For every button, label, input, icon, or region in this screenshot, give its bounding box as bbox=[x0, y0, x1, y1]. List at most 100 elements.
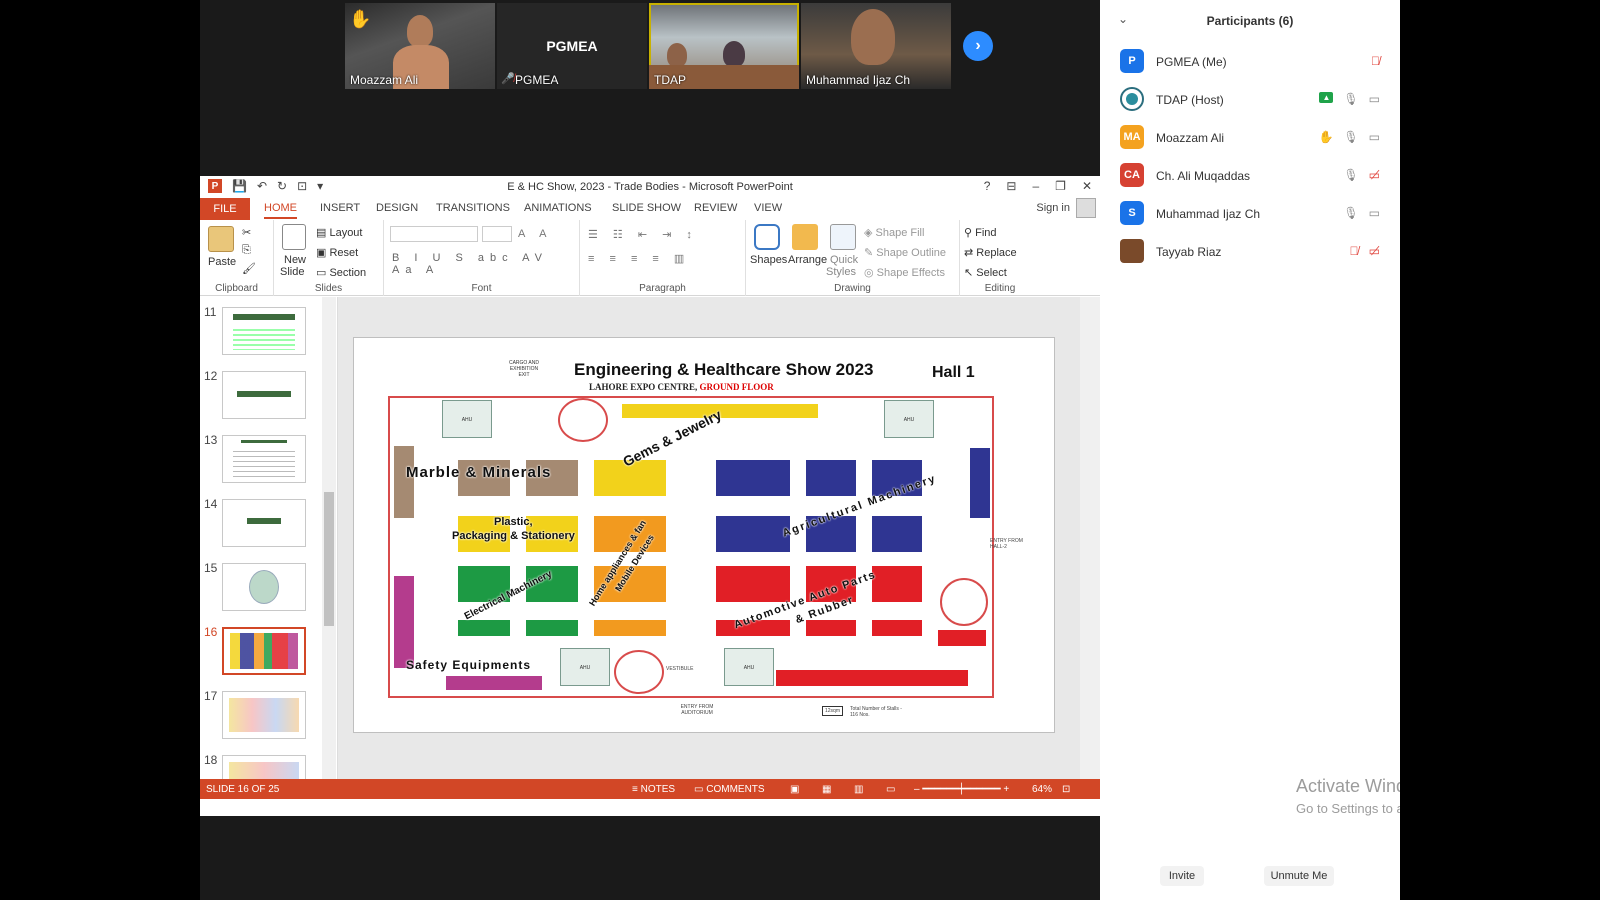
replace-button[interactable]: ⇄ Replace bbox=[964, 246, 1017, 259]
restore-icon[interactable]: ❐ bbox=[1055, 179, 1066, 193]
zoom-level[interactable]: 64% bbox=[1032, 784, 1052, 795]
video-strip: ✋ Moazzam Ali PGMEA 🎤̸ PGMEA TDAP Muhamm… bbox=[345, 3, 951, 89]
mic-icon[interactable]: 🎙 bbox=[1343, 92, 1358, 106]
font-size-select[interactable] bbox=[482, 226, 512, 242]
video-camera-icon[interactable]: ▭ bbox=[1369, 130, 1380, 144]
account-avatar-icon[interactable] bbox=[1076, 198, 1096, 218]
tab-transitions[interactable]: TRANSITIONS bbox=[436, 202, 510, 214]
participant-row[interactable]: Tayyab Riaz 🎙̸ ▭̸ bbox=[1120, 234, 1390, 270]
new-slide-button-line2[interactable]: Slide bbox=[280, 266, 304, 278]
format-painter-icon[interactable]: 🖌 bbox=[242, 262, 256, 275]
help-icon[interactable]: ? bbox=[984, 179, 991, 193]
quick-styles-button-line2[interactable]: Styles bbox=[826, 266, 856, 278]
video-off-icon[interactable]: ▭̸ bbox=[1369, 168, 1380, 182]
muted-mic-icon[interactable]: 🎙̸ bbox=[1371, 54, 1380, 68]
new-slide-icon[interactable] bbox=[282, 224, 306, 250]
reset-button[interactable]: ▣ Reset bbox=[316, 246, 358, 259]
participant-row[interactable]: TDAP (Host) ▲ 🎙 ▭ bbox=[1120, 82, 1390, 118]
video-tile-moazzam[interactable]: ✋ Moazzam Ali bbox=[345, 3, 495, 89]
muted-mic-icon[interactable]: 🎙̸ bbox=[1350, 244, 1359, 258]
quick-styles-button[interactable]: Quick bbox=[830, 254, 858, 266]
shape-effects-button[interactable]: ◎ Shape Effects bbox=[864, 266, 945, 279]
shape-outline-button[interactable]: ✎ Shape Outline bbox=[864, 246, 946, 259]
slideshow-view-icon[interactable]: ▭ bbox=[886, 784, 895, 795]
slide-editing-pane: CARGO AND EXHIBITION EXIT Engineering & … bbox=[338, 297, 1080, 779]
slide-thumbnail[interactable] bbox=[222, 691, 306, 739]
slide-thumbnail[interactable] bbox=[222, 755, 306, 779]
layout-button[interactable]: ▤ Layout bbox=[316, 226, 362, 239]
slide-vertical-scrollbar[interactable] bbox=[1080, 297, 1100, 779]
reading-view-icon[interactable]: ▥ bbox=[854, 784, 863, 795]
thumbnail-scrollbar[interactable] bbox=[322, 297, 336, 779]
shapes-icon[interactable] bbox=[754, 224, 780, 250]
invite-button[interactable]: Invite bbox=[1160, 866, 1204, 886]
mic-icon[interactable]: 🎙 bbox=[1343, 206, 1358, 220]
minimize-icon[interactable]: – bbox=[1032, 179, 1039, 193]
video-camera-icon[interactable]: ▭ bbox=[1369, 92, 1380, 106]
vestibule-label: VESTIBULE bbox=[666, 666, 694, 672]
group-font: A A B I U S abc AV Aa A Font bbox=[384, 220, 580, 296]
mic-icon[interactable]: 🎙 bbox=[1343, 168, 1358, 182]
tab-animations[interactable]: ANIMATIONS bbox=[524, 202, 592, 214]
sign-in-link[interactable]: Sign in bbox=[1036, 202, 1070, 214]
group-slides: New Slide ▤ Layout ▣ Reset ▭ Section Sli… bbox=[274, 220, 384, 296]
find-button[interactable]: ⚲ Find bbox=[964, 226, 997, 239]
slide-thumbnail[interactable] bbox=[222, 499, 306, 547]
copy-icon[interactable]: ⎘ bbox=[242, 244, 251, 257]
participant-row[interactable]: S Muhammad Ijaz Ch 🎙 ▭ bbox=[1120, 196, 1390, 232]
window-controls: ? ⊟ – ❐ ✕ bbox=[984, 179, 1092, 193]
cut-icon[interactable]: ✂ bbox=[242, 226, 251, 239]
participant-row[interactable]: P PGMEA (Me) 🎙̸ bbox=[1120, 44, 1390, 80]
shapes-button[interactable]: Shapes bbox=[750, 254, 787, 266]
comments-button[interactable]: ▭ COMMENTS bbox=[694, 784, 765, 795]
tab-slide-show[interactable]: SLIDE SHOW bbox=[612, 202, 681, 214]
font-size-adjust-icons[interactable]: A A bbox=[518, 228, 553, 240]
unmute-me-button[interactable]: Unmute Me bbox=[1264, 866, 1334, 886]
slide-thumbnail[interactable] bbox=[222, 371, 306, 419]
next-videos-button[interactable]: › bbox=[963, 31, 993, 61]
ribbon-display-icon[interactable]: ⊟ bbox=[1006, 179, 1016, 193]
participant-row[interactable]: MA Moazzam Ali ✋ 🎙 ▭ bbox=[1120, 120, 1390, 156]
tab-home[interactable]: HOME bbox=[264, 202, 297, 219]
slide-sorter-icon[interactable]: ▦ bbox=[822, 784, 831, 795]
tab-file[interactable]: FILE bbox=[200, 198, 250, 220]
shape-fill-button[interactable]: ◈ Shape Fill bbox=[864, 226, 924, 239]
paste-icon[interactable] bbox=[208, 226, 234, 252]
notes-button[interactable]: ≡ NOTES bbox=[632, 784, 675, 795]
video-tile-pgmea[interactable]: PGMEA 🎤̸ PGMEA bbox=[497, 3, 647, 89]
slide-thumbnail[interactable] bbox=[222, 563, 306, 611]
slide-16[interactable]: CARGO AND EXHIBITION EXIT Engineering & … bbox=[353, 337, 1055, 733]
fit-to-window-icon[interactable]: ⊡ bbox=[1062, 784, 1070, 795]
participant-row[interactable]: CA Ch. Ali Muqaddas 🎙 ▭̸ bbox=[1120, 158, 1390, 194]
slide-thumbnail[interactable] bbox=[222, 307, 306, 355]
video-tile-ijaz[interactable]: Muhammad Ijaz Ch bbox=[801, 3, 951, 89]
video-tile-tdap[interactable]: TDAP bbox=[649, 3, 799, 89]
font-format-icons[interactable]: B I U S abc AV Aa A bbox=[392, 252, 579, 276]
font-family-select[interactable] bbox=[390, 226, 478, 242]
tab-review[interactable]: REVIEW bbox=[694, 202, 737, 214]
arrange-button[interactable]: Arrange bbox=[788, 254, 827, 266]
slide-thumbnail[interactable] bbox=[222, 435, 306, 483]
tab-insert[interactable]: INSERT bbox=[320, 202, 360, 214]
zoom-slider[interactable]: – ━━━━━━┿━━━━━━ + bbox=[914, 784, 1009, 795]
paste-button[interactable]: Paste bbox=[208, 256, 236, 268]
new-slide-button[interactable]: New bbox=[284, 254, 306, 266]
video-off-icon[interactable]: ▭̸ bbox=[1369, 244, 1380, 258]
normal-view-icon[interactable]: ▣ bbox=[790, 784, 799, 795]
zone-label-marble: Marble & Minerals bbox=[406, 464, 552, 481]
mic-icon[interactable]: 🎙 bbox=[1343, 130, 1358, 144]
tab-design[interactable]: DESIGN bbox=[376, 202, 418, 214]
slide-thumbnail-selected[interactable] bbox=[222, 627, 306, 675]
video-camera-icon[interactable]: ▭ bbox=[1369, 206, 1380, 220]
section-button[interactable]: ▭ Section bbox=[316, 266, 366, 279]
meeting-stage: ✋ Moazzam Ali PGMEA 🎤̸ PGMEA TDAP Muhamm… bbox=[200, 0, 1100, 900]
scroll-thumb[interactable] bbox=[324, 492, 334, 626]
layout-icon: ▤ bbox=[316, 227, 330, 239]
arrange-icon[interactable] bbox=[792, 224, 818, 250]
tab-view[interactable]: VIEW bbox=[754, 202, 782, 214]
quick-styles-icon[interactable] bbox=[830, 224, 856, 250]
alignment-icons[interactable]: ≡ ≡ ≡ ≡ ▥ bbox=[588, 252, 690, 265]
select-button[interactable]: ↖ Select bbox=[964, 266, 1007, 279]
close-icon[interactable]: ✕ bbox=[1082, 179, 1092, 193]
list-indent-icons[interactable]: ☰ ☷ ⇤ ⇥ ↕ bbox=[588, 228, 698, 241]
